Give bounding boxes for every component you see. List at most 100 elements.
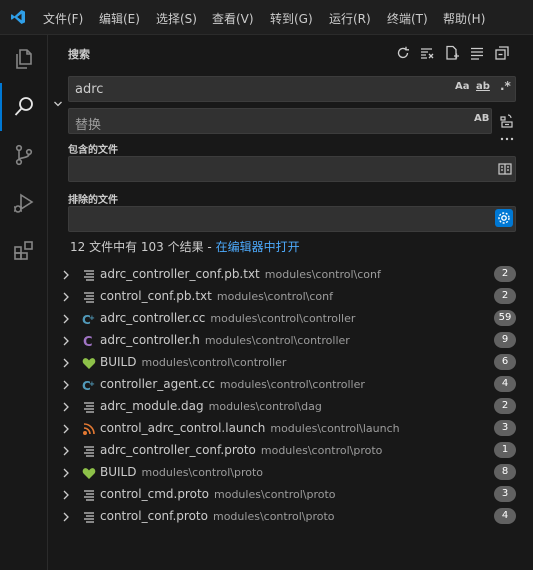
- file-path-text: modules\control\conf: [264, 268, 381, 281]
- result-file-name: control_cmd.proto modules\control\proto: [100, 487, 336, 501]
- result-file-row[interactable]: control_conf.proto modules\control\proto 4: [48, 506, 533, 528]
- file-path-text: modules\control\proto: [212, 510, 335, 523]
- menu-edit[interactable]: 编辑(E): [99, 10, 140, 27]
- result-file-name: adrc_controller_conf.pb.txt modules\contr…: [100, 267, 381, 281]
- menu-run[interactable]: 运行(R): [329, 10, 371, 27]
- run-debug-icon: [14, 193, 34, 213]
- chevron-right-icon[interactable]: [62, 402, 70, 412]
- match-count-badge: 59: [494, 310, 516, 326]
- menu-view[interactable]: 查看(V): [212, 10, 254, 27]
- menu-selection[interactable]: 选择(S): [156, 10, 197, 27]
- chevron-right-icon[interactable]: [62, 270, 70, 280]
- match-count-badge: 2: [494, 266, 516, 282]
- chevron-right-icon[interactable]: [62, 446, 70, 456]
- svg-text:+: +: [89, 380, 95, 388]
- view-as-tree-icon[interactable]: [469, 45, 485, 61]
- regex-toggle[interactable]: .*: [500, 79, 511, 93]
- whole-word-toggle[interactable]: ab: [476, 81, 490, 92]
- result-file-name: controller_agent.cc modules\control\contr…: [100, 377, 365, 391]
- result-file-row[interactable]: C + controller_agent.cc modules\control\con…: [48, 374, 533, 396]
- text-file-icon: [82, 488, 96, 502]
- menu-help[interactable]: 帮助(H): [443, 10, 485, 27]
- file-name-text: control_cmd.proto: [100, 487, 209, 501]
- result-file-row[interactable]: adrc_module.dag modules\control\dag 2: [48, 396, 533, 418]
- search-query: adrc: [75, 82, 104, 97]
- chevron-right-icon[interactable]: [62, 512, 70, 522]
- text-file-icon: [82, 268, 96, 282]
- chevron-right-icon[interactable]: [62, 424, 70, 434]
- result-file-row[interactable]: BUILD modules\control\controller 6: [48, 352, 533, 374]
- result-file-row[interactable]: adrc_controller_conf.proto modules\contro…: [48, 440, 533, 462]
- new-search-editor-icon[interactable]: [444, 45, 460, 61]
- file-name-text: controller_agent.cc: [100, 377, 215, 391]
- chevron-right-icon[interactable]: [62, 490, 70, 500]
- search-panel: 搜索 adrc Aa ab .* 替换 AB 包含的文件 排除的文件 12 文件…: [48, 35, 533, 570]
- result-file-row[interactable]: BUILD modules\control\proto 8: [48, 462, 533, 484]
- book-icon[interactable]: [498, 163, 512, 175]
- file-name-text: control_conf.proto: [100, 509, 208, 523]
- include-files-input[interactable]: [68, 156, 516, 182]
- chevron-right-icon[interactable]: [62, 468, 70, 478]
- chevron-right-icon[interactable]: [62, 314, 70, 324]
- chevron-right-icon[interactable]: [62, 358, 70, 368]
- chevron-right-icon[interactable]: [62, 336, 70, 346]
- file-name-text: adrc_controller_conf.proto: [100, 443, 256, 457]
- include-files-label: 包含的文件: [68, 145, 118, 156]
- menu-go[interactable]: 转到(G): [270, 10, 313, 27]
- file-path-text: modules\control\proto: [141, 466, 264, 479]
- c-header-file-icon: C: [82, 334, 96, 350]
- file-name-text: adrc_controller.cc: [100, 311, 206, 325]
- collapse-all-icon[interactable]: [494, 45, 510, 61]
- menu-file[interactable]: 文件(F): [43, 10, 83, 27]
- search-input[interactable]: adrc Aa ab .*: [68, 76, 516, 102]
- file-path-text: modules\control\conf: [216, 290, 333, 303]
- source-control-button[interactable]: [0, 131, 48, 179]
- match-case-toggle[interactable]: Aa: [455, 81, 470, 92]
- active-indicator: [0, 83, 2, 131]
- explorer-button[interactable]: [0, 35, 48, 83]
- match-count-badge: 8: [494, 464, 516, 480]
- text-file-icon: [82, 510, 96, 524]
- result-file-row[interactable]: adrc_controller_conf.pb.txt modules\contr…: [48, 264, 533, 286]
- extensions-button[interactable]: [0, 227, 48, 275]
- result-file-row[interactable]: C + adrc_controller.cc modules\control\cont…: [48, 308, 533, 330]
- file-path-text: modules\control\controller: [141, 356, 287, 369]
- more-options-icon[interactable]: [500, 136, 514, 142]
- result-file-row[interactable]: control_cmd.proto modules\control\proto 3: [48, 484, 533, 506]
- open-in-editor-link[interactable]: 在编辑器中打开: [216, 240, 300, 254]
- match-count-badge: 3: [494, 420, 516, 436]
- menu-terminal[interactable]: 终端(T): [387, 10, 428, 27]
- search-view-button[interactable]: [0, 83, 48, 131]
- result-file-row[interactable]: control_adrc_control.launch modules\contr…: [48, 418, 533, 440]
- file-path-text: modules\control\controller: [210, 312, 356, 325]
- run-debug-button[interactable]: [0, 179, 48, 227]
- svg-text:+: +: [89, 314, 95, 322]
- clear-results-icon[interactable]: [419, 45, 435, 61]
- bazel-build-icon: [82, 356, 96, 370]
- match-count-badge: 1: [494, 442, 516, 458]
- use-exclude-settings-button[interactable]: [495, 209, 513, 227]
- match-count-badge: 2: [494, 398, 516, 414]
- replace-all-icon[interactable]: [499, 113, 515, 129]
- extensions-icon: [14, 241, 33, 260]
- bazel-build-icon: [82, 466, 96, 480]
- file-path-text: modules\control\controller: [204, 334, 350, 347]
- file-path-text: modules\control\proto: [260, 444, 383, 457]
- result-file-row[interactable]: Cadrc_controller.h modules\control\contro…: [48, 330, 533, 352]
- text-file-icon: [82, 400, 96, 414]
- cpp-file-icon: C +: [82, 312, 96, 327]
- exclude-files-input[interactable]: [68, 206, 516, 232]
- replace-input[interactable]: 替换 AB: [68, 108, 492, 134]
- chevron-right-icon[interactable]: [62, 380, 70, 390]
- vscode-logo-icon: [10, 9, 26, 28]
- refresh-icon[interactable]: [395, 45, 411, 61]
- result-file-name: adrc_controller.h modules\control\control…: [100, 333, 350, 347]
- match-count-badge: 9: [494, 332, 516, 348]
- chevron-right-icon[interactable]: [62, 292, 70, 302]
- result-file-name: control_conf.pb.txt modules\control\conf: [100, 289, 333, 303]
- toggle-replace-icon[interactable]: [53, 99, 63, 109]
- result-file-row[interactable]: control_conf.pb.txt modules\control\conf 2: [48, 286, 533, 308]
- source-control-icon: [15, 144, 33, 166]
- file-name-text: adrc_controller_conf.pb.txt: [100, 267, 260, 281]
- preserve-case-toggle[interactable]: AB: [474, 113, 489, 124]
